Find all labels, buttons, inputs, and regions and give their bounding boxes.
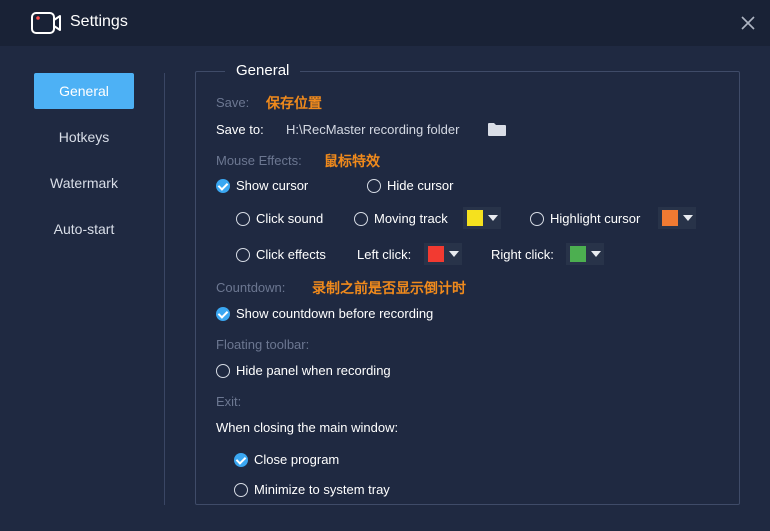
moving-track-color-swatch xyxy=(467,210,483,226)
sidebar-item-auto-start[interactable]: Auto-start xyxy=(34,211,134,247)
sidebar-item-hotkeys[interactable]: Hotkeys xyxy=(34,119,134,155)
minimize-tray-option[interactable]: Minimize to system tray xyxy=(234,482,390,497)
close-program-option[interactable]: Close program xyxy=(234,452,339,467)
sidebar-item-general[interactable]: General xyxy=(34,73,134,109)
mouse-effects-annotation: 鼠标特效 xyxy=(324,153,380,169)
right-click-label: Right click: xyxy=(491,247,554,262)
hide-cursor-radio[interactable] xyxy=(367,178,381,193)
moving-track-color-picker[interactable] xyxy=(463,207,501,229)
chevron-down-icon xyxy=(488,215,498,221)
chevron-down-icon xyxy=(449,251,459,257)
moving-track-radio[interactable] xyxy=(354,211,368,226)
show-countdown-checkbox[interactable] xyxy=(216,306,230,321)
minimize-tray-label: Minimize to system tray xyxy=(254,482,390,497)
chevron-down-icon xyxy=(683,215,693,221)
hide-panel-option[interactable]: Hide panel when recording xyxy=(216,363,391,378)
minimize-tray-radio[interactable] xyxy=(234,482,248,497)
click-sound-option[interactable]: Click sound xyxy=(236,211,323,226)
click-sound-radio[interactable] xyxy=(236,211,250,226)
save-to-label: Save to: xyxy=(216,122,264,137)
panel-legend: General xyxy=(225,62,301,79)
highlight-cursor-option[interactable]: Highlight cursor xyxy=(530,211,640,226)
exit-section-label: Exit: xyxy=(216,394,242,409)
countdown-section-label: Countdown: xyxy=(216,280,286,295)
close-program-label: Close program xyxy=(254,452,340,467)
closing-main-window-label: When closing the main window: xyxy=(216,420,399,435)
window-title: Settings xyxy=(70,13,128,30)
countdown-annotation: 录制之前是否显示倒计时 xyxy=(312,280,466,296)
moving-track-label: Moving track xyxy=(374,211,448,226)
save-section-label: Save: xyxy=(216,95,250,110)
sidebar-divider xyxy=(164,73,165,505)
click-effects-radio[interactable] xyxy=(236,247,250,262)
left-click-color-swatch xyxy=(428,246,444,262)
hide-cursor-label: Hide cursor xyxy=(387,178,454,193)
close-program-checkbox[interactable] xyxy=(234,452,248,467)
highlight-cursor-color-picker[interactable] xyxy=(658,207,696,229)
left-click-color-picker[interactable] xyxy=(424,243,462,265)
hide-cursor-option[interactable]: Hide cursor xyxy=(367,178,453,193)
right-click-color-picker[interactable] xyxy=(566,243,604,265)
click-effects-option[interactable]: Click effects xyxy=(236,247,326,262)
show-cursor-label: Show cursor xyxy=(236,178,309,193)
general-settings-panel: Save: 保存位置 Save to: H:\RecMaster recordi… xyxy=(195,71,740,505)
floating-toolbar-section-label: Floating toolbar: xyxy=(216,337,310,352)
moving-track-option[interactable]: Moving track xyxy=(354,211,448,226)
close-icon[interactable] xyxy=(739,14,757,32)
right-click-color-swatch xyxy=(570,246,586,262)
hide-panel-label: Hide panel when recording xyxy=(236,363,391,378)
hide-panel-radio[interactable] xyxy=(216,363,230,378)
show-countdown-option[interactable]: Show countdown before recording xyxy=(216,306,433,321)
show-cursor-checkbox[interactable] xyxy=(216,178,230,193)
mouse-effects-section-label: Mouse Effects: xyxy=(216,153,302,168)
click-sound-label: Click sound xyxy=(256,211,324,226)
save-path: H:\RecMaster recording folder xyxy=(286,122,460,137)
chevron-down-icon xyxy=(591,251,601,257)
click-effects-label: Click effects xyxy=(256,247,326,262)
sidebar-item-watermark[interactable]: Watermark xyxy=(34,165,134,201)
camera-icon xyxy=(31,12,61,34)
show-cursor-option[interactable]: Show cursor xyxy=(216,178,308,193)
highlight-cursor-radio[interactable] xyxy=(530,211,544,226)
highlight-cursor-label: Highlight cursor xyxy=(550,211,641,226)
left-click-label: Left click: xyxy=(357,247,412,262)
folder-icon[interactable] xyxy=(487,122,507,137)
save-annotation: 保存位置 xyxy=(266,95,322,111)
highlight-cursor-color-swatch xyxy=(662,210,678,226)
show-countdown-label: Show countdown before recording xyxy=(236,306,434,321)
title-bar: Settings xyxy=(0,0,770,46)
